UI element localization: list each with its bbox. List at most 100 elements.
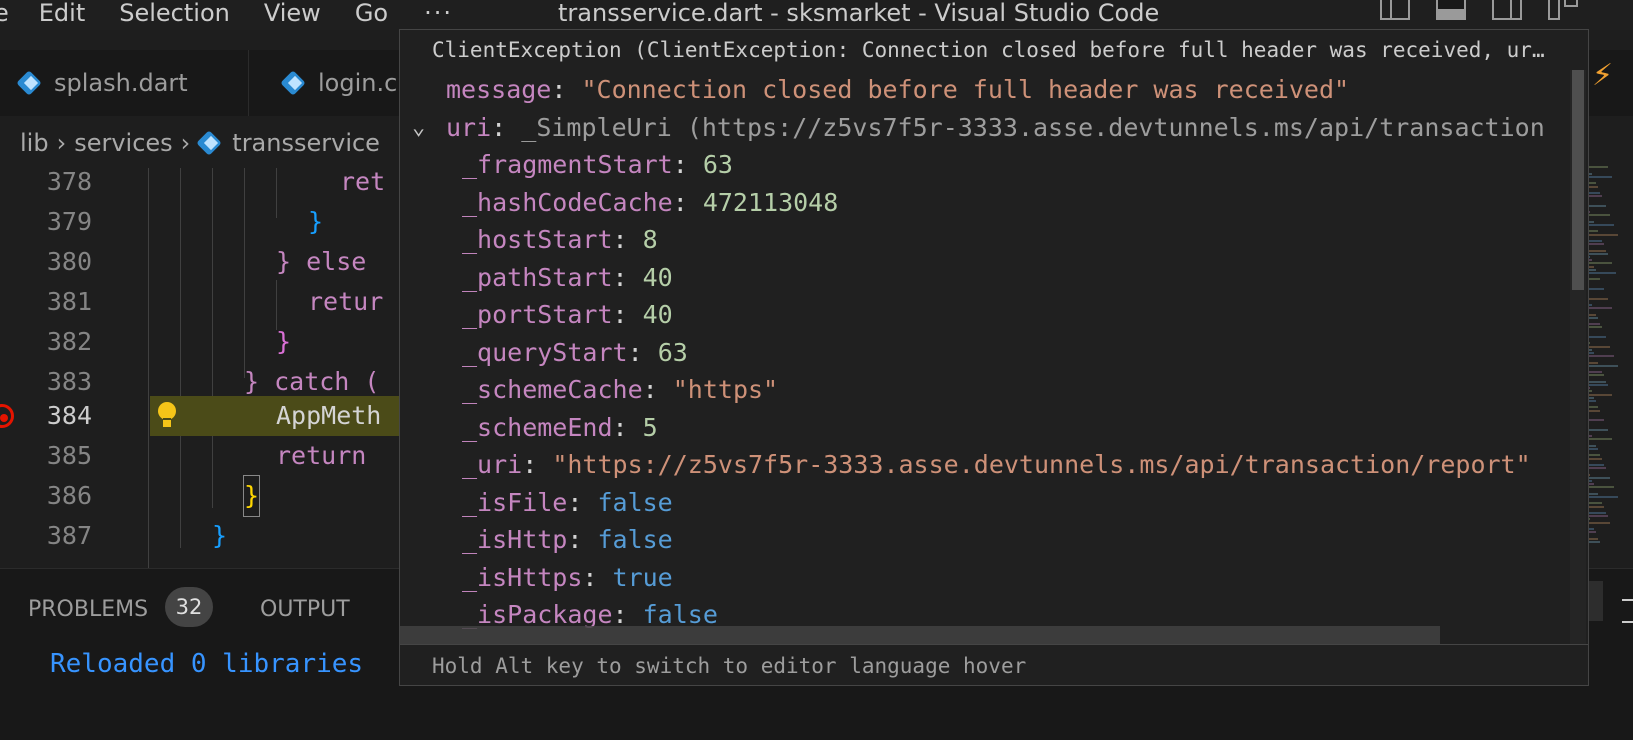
debug-hover-widget: ClientException (ClientException: Connec… xyxy=(399,29,1589,686)
code-line: 378 ret xyxy=(46,168,386,196)
variable-value: true xyxy=(612,562,673,592)
separator: : xyxy=(612,300,643,329)
variable-row[interactable]: _schemeCache: "https" xyxy=(462,370,778,409)
separator: : xyxy=(551,75,582,104)
tab-label: login.c xyxy=(318,69,398,97)
variable-name: _fragmentStart xyxy=(462,150,673,179)
variable-name: _uri xyxy=(462,450,523,479)
breadcrumb-file[interactable]: transservice xyxy=(232,129,380,157)
chevron-right-icon: › xyxy=(180,129,191,157)
tab-login-dart[interactable]: login.c xyxy=(282,50,397,116)
variable-name: _isFile xyxy=(462,487,568,517)
code-line: 382 } xyxy=(46,327,292,356)
variable-name: _isPackage xyxy=(462,600,613,629)
separator: : xyxy=(491,112,522,142)
separator: : xyxy=(567,525,598,554)
variable-value: 472113048 xyxy=(702,187,839,217)
menu-icon[interactable] xyxy=(1622,599,1633,623)
variable-row[interactable]: _isHttp: false xyxy=(462,520,673,559)
variable-tree[interactable]: message: "Connection closed before full … xyxy=(400,70,1572,645)
separator: : xyxy=(672,150,703,179)
menu-go[interactable]: Go xyxy=(355,0,388,30)
variable-row[interactable]: _pathStart: 40 xyxy=(462,258,673,297)
problems-count-badge: 32 xyxy=(165,587,213,627)
code-line: 380 } else xyxy=(46,247,367,276)
variable-row[interactable]: _uri: "https://z5vs7f5r-3333.asse.devtun… xyxy=(462,445,1531,484)
breadcrumb-lib[interactable]: lib xyxy=(20,129,49,157)
code-line: 387 } xyxy=(46,521,228,550)
separator: : xyxy=(642,375,673,404)
separator: : xyxy=(672,187,703,217)
customize-layout-icon[interactable] xyxy=(1548,0,1578,20)
code-line: 385 return xyxy=(46,441,367,470)
window-title: transservice.dart - sksmarket - Visual S… xyxy=(558,0,1160,27)
tab-output[interactable]: OUTPUT xyxy=(260,597,350,622)
code-line: 386 } xyxy=(0,475,400,517)
tab-problems[interactable]: PROBLEMS xyxy=(28,597,148,622)
variable-row[interactable]: _hashCodeCache: 472113048 xyxy=(462,183,838,222)
variable-name: _schemeCache xyxy=(462,375,643,404)
toggle-primary-sidebar-icon[interactable] xyxy=(1380,0,1410,20)
breadcrumb-services[interactable]: services xyxy=(74,129,172,157)
variable-value: false xyxy=(642,600,718,629)
variable-row[interactable]: _hostStart: 8 xyxy=(462,220,658,259)
variable-value: "https://z5vs7f5r-3333.asse.devtunnels.m… xyxy=(552,450,1531,479)
variable-name: _pathStart xyxy=(462,262,613,292)
variable-name: _schemeEnd xyxy=(462,412,613,442)
separator: : xyxy=(612,412,643,442)
variable-value: 40 xyxy=(642,300,673,329)
variable-name: uri xyxy=(446,112,492,142)
hover-footer-hint: Hold Alt key to switch to editor languag… xyxy=(400,644,1588,685)
variable-value: false xyxy=(597,525,673,554)
variable-row[interactable]: _queryStart: 63 xyxy=(462,333,688,372)
scrollbar-thumb[interactable] xyxy=(1572,70,1584,290)
separator: : xyxy=(567,487,598,517)
toggle-panel-icon[interactable] xyxy=(1436,0,1466,20)
variable-value: 63 xyxy=(657,337,688,367)
menu-view[interactable]: View xyxy=(264,0,321,30)
variable-name: message xyxy=(446,75,552,104)
variable-value: 63 xyxy=(702,150,733,179)
menu-selection[interactable]: Selection xyxy=(119,0,230,30)
chevron-right-icon: › xyxy=(56,129,67,157)
code-line-active: 384 AppMeth xyxy=(46,401,382,430)
dart-file-icon xyxy=(198,132,220,154)
tab-splash-dart[interactable]: splash.dart xyxy=(18,50,188,116)
variable-row[interactable]: message: "Connection closed before full … xyxy=(446,70,1349,109)
separator: : xyxy=(582,562,613,592)
variable-row[interactable]: _isHttps: true xyxy=(462,558,673,597)
variable-value: 5 xyxy=(642,412,658,442)
lightning-icon[interactable]: ⚡ xyxy=(1592,58,1613,93)
variable-row[interactable]: _fragmentStart: 63 xyxy=(462,145,733,184)
variable-value: 40 xyxy=(642,262,673,292)
separator: : xyxy=(627,337,658,367)
vertical-scrollbar[interactable] xyxy=(1570,70,1586,645)
variable-value: "https" xyxy=(672,375,779,404)
variable-row[interactable]: _schemeEnd: 5 xyxy=(462,408,658,447)
separator: : xyxy=(612,262,643,292)
menu-bar: e Edit Selection View Go ··· xyxy=(0,0,487,30)
output-text: Reloaded 0 libraries xyxy=(50,649,364,679)
toggle-secondary-sidebar-icon[interactable] xyxy=(1492,0,1522,20)
variable-value: false xyxy=(597,487,673,517)
variable-name: _portStart xyxy=(462,300,613,329)
tab-divider xyxy=(248,50,249,116)
variable-value: "Connection closed before full header wa… xyxy=(581,75,1350,104)
variable-name: _hostStart xyxy=(462,225,613,254)
variable-row[interactable]: _isFile: false xyxy=(462,483,673,522)
separator: : xyxy=(612,600,643,629)
variable-name: _queryStart xyxy=(462,337,628,367)
menu-edit[interactable]: Edit xyxy=(39,0,85,30)
variable-row[interactable]: ⌄ uri: _SimpleUri (https://z5vs7f5r-3333.… xyxy=(412,108,1545,147)
menu-more[interactable]: ··· xyxy=(424,0,453,30)
tab-label: splash.dart xyxy=(54,69,188,97)
dart-file-icon xyxy=(282,72,304,94)
title-bar: e Edit Selection View Go ··· transservic… xyxy=(0,0,1633,30)
menu-file[interactable]: e xyxy=(0,0,9,30)
exception-header: ClientException (ClientException: Connec… xyxy=(432,38,1545,62)
horizontal-scrollbar[interactable] xyxy=(400,626,1440,644)
layout-controls xyxy=(1380,0,1578,22)
chevron-down-icon[interactable]: ⌄ xyxy=(412,108,425,147)
variable-row[interactable]: _portStart: 40 xyxy=(462,295,673,334)
code-line: 381 retur xyxy=(46,287,384,316)
